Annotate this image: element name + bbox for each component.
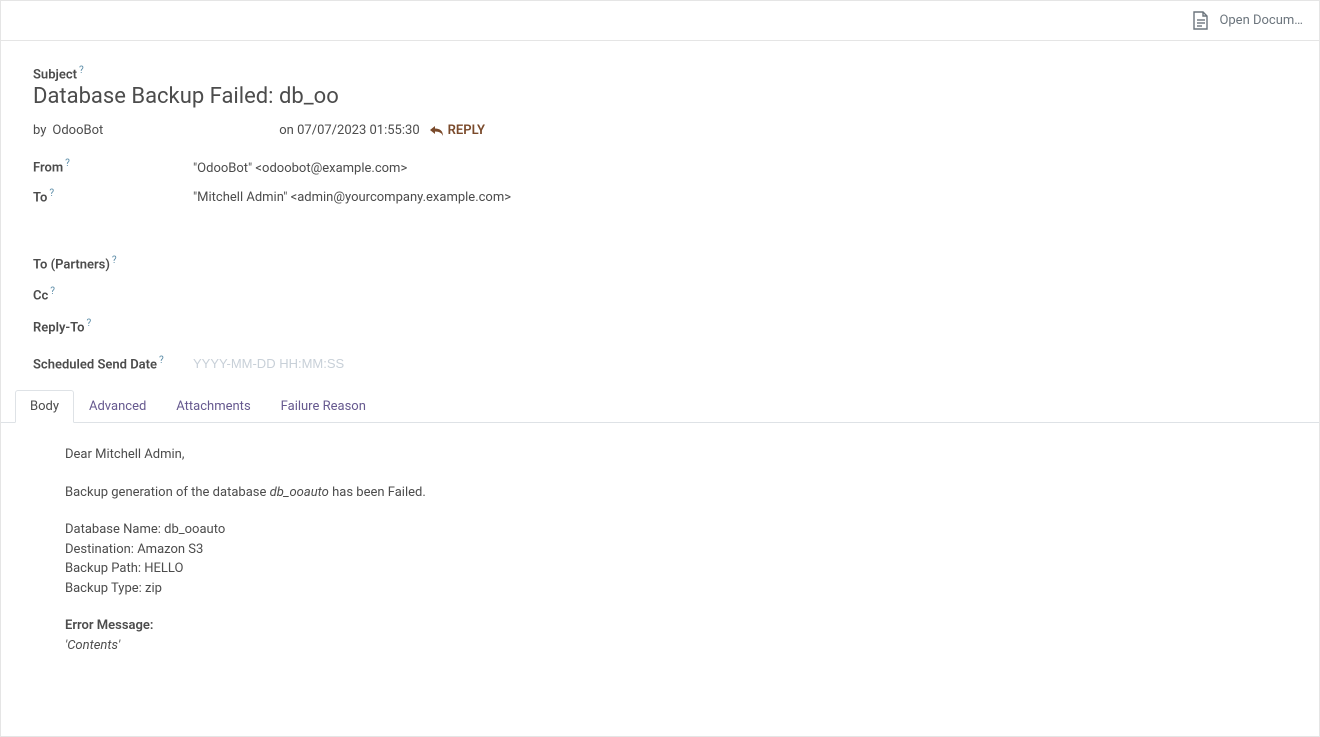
topbar: Open Docum… [1, 1, 1319, 41]
help-icon[interactable]: ? [79, 65, 84, 76]
reply-to-label: Reply-To? [33, 318, 91, 335]
db-name-line: Database Name: db_ooauto [65, 520, 1255, 540]
meta-row: by OdooBot on 07/07/2023 01:55:30 REPLY [33, 123, 1287, 138]
subject-value[interactable]: Database Backup Failed: db_ooaut [33, 84, 338, 109]
backup-path-line: Backup Path: HELLO [65, 559, 1255, 579]
error-block: Error Message: 'Contents' [65, 616, 1255, 655]
help-icon[interactable]: ? [159, 355, 164, 366]
tab-attachments[interactable]: Attachments [161, 390, 265, 423]
reply-to-row: Reply-To? [33, 318, 1287, 335]
reply-icon [430, 125, 444, 137]
on-datetime: on 07/07/2023 01:55:30 [279, 123, 419, 138]
cc-label: Cc? [33, 286, 55, 303]
tabs: Body Advanced Attachments Failure Reason [1, 390, 1319, 423]
help-icon[interactable]: ? [87, 318, 92, 329]
summary-line: Backup generation of the database db_ooa… [65, 483, 1255, 503]
help-icon[interactable]: ? [49, 188, 54, 199]
help-icon[interactable]: ? [50, 286, 55, 297]
help-icon[interactable]: ? [65, 158, 70, 169]
cc-row: Cc? [33, 286, 1287, 303]
open-document-label: Open Docum… [1219, 13, 1303, 28]
info-block: Database Name: db_ooauto Destination: Am… [65, 520, 1255, 598]
from-value[interactable]: "OdooBot" <odoobot@example.com> [193, 161, 407, 176]
to-partners-row: To (Partners)? [33, 255, 1287, 272]
form-content: Subject? Database Backup Failed: db_ooau… [1, 41, 1319, 736]
author-value: OdooBot [52, 123, 103, 138]
subject-field: Subject? Database Backup Failed: db_ooau… [33, 65, 1287, 109]
to-partners-label: To (Partners)? [33, 255, 117, 272]
open-document-button[interactable]: Open Docum… [1191, 10, 1303, 32]
from-label: From? [33, 158, 70, 175]
backup-type-line: Backup Type: zip [65, 579, 1255, 599]
greeting: Dear Mitchell Admin, [65, 445, 1255, 465]
to-label: To? [33, 188, 54, 205]
error-label: Error Message: [65, 616, 1255, 636]
to-value[interactable]: "Mitchell Admin" <admin@yourcompany.exam… [193, 190, 511, 205]
scheduled-send-row: Scheduled Send Date? [33, 355, 1287, 372]
from-row: From? "OdooBot" <odoobot@example.com> [33, 158, 1287, 175]
help-icon[interactable]: ? [112, 255, 117, 266]
subject-label: Subject? [33, 65, 84, 82]
reply-button[interactable]: REPLY [430, 123, 485, 138]
to-row: To? "Mitchell Admin" <admin@yourcompany.… [33, 188, 1287, 205]
scheduled-send-label: Scheduled Send Date? [33, 355, 164, 372]
email-form-container: Open Docum… Subject? Database Backup Fai… [0, 0, 1320, 737]
scheduled-send-input[interactable] [193, 356, 413, 371]
by-label: by [33, 123, 46, 138]
tab-body[interactable]: Body [15, 390, 74, 423]
destination-line: Destination: Amazon S3 [65, 540, 1255, 560]
body-content: Dear Mitchell Admin, Backup generation o… [33, 423, 1287, 677]
tab-advanced[interactable]: Advanced [74, 390, 161, 423]
document-icon [1191, 10, 1211, 32]
error-value: 'Contents' [65, 636, 1255, 656]
tab-failure-reason[interactable]: Failure Reason [266, 390, 381, 423]
